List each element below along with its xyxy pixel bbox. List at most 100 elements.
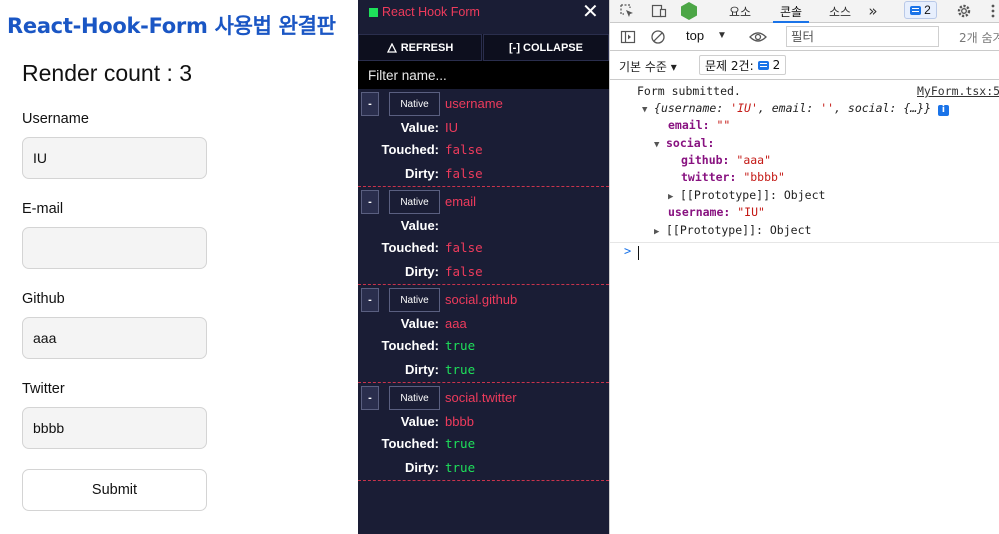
collapse-field-button[interactable]: - bbox=[361, 386, 379, 410]
dirty-row: Dirty: false bbox=[358, 166, 609, 184]
twitter-label: Twitter bbox=[22, 381, 65, 397]
collapse-field-button[interactable]: - bbox=[361, 288, 379, 312]
dirty-key: Dirty: bbox=[405, 362, 439, 377]
value-key: Value: bbox=[400, 414, 439, 429]
native-button[interactable]: Native bbox=[389, 190, 440, 214]
issues-badge[interactable]: 2 bbox=[904, 1, 937, 19]
native-button[interactable]: Native bbox=[389, 386, 440, 410]
field-name: username bbox=[445, 96, 503, 111]
touched-row: Touched: true bbox=[358, 338, 609, 356]
refresh-icon bbox=[386, 42, 397, 53]
touched-value: false bbox=[445, 240, 483, 255]
console-prompt-icon[interactable]: > bbox=[624, 244, 631, 258]
object-preview-row[interactable]: ▼ {username: 'IU', email: '', social: {…}… bbox=[642, 101, 949, 116]
touched-key: Touched: bbox=[381, 240, 439, 255]
dirty-key: Dirty: bbox=[405, 166, 439, 181]
email-property: email: "" bbox=[668, 118, 731, 132]
more-tabs-icon[interactable]: » bbox=[863, 0, 883, 22]
log-level-select[interactable]: 기본 수준 ▾ bbox=[619, 58, 677, 75]
field-value: aaa bbox=[445, 316, 467, 331]
property-value: "" bbox=[716, 118, 731, 132]
tab-sources[interactable]: 소스 bbox=[822, 0, 858, 22]
dirty-value: false bbox=[445, 264, 483, 279]
touched-row: Touched: true bbox=[358, 436, 609, 454]
twitter-input[interactable] bbox=[22, 407, 207, 449]
preview-key-username: username: bbox=[660, 101, 731, 115]
clear-console-icon[interactable] bbox=[647, 26, 669, 48]
native-button[interactable]: Native bbox=[389, 288, 440, 312]
touched-row: Touched: false bbox=[358, 142, 609, 160]
field-name: social.github bbox=[445, 292, 518, 307]
settings-gear-icon[interactable] bbox=[953, 0, 975, 22]
prototype-value: Object bbox=[783, 188, 826, 202]
dirty-row: Dirty: false bbox=[358, 264, 609, 282]
page-title: React-Hook-Form 사용법 완결판 bbox=[7, 14, 336, 38]
social-property[interactable]: ▼ social: bbox=[654, 136, 714, 150]
field-value: bbbb bbox=[445, 414, 474, 429]
root-prototype-row[interactable]: ▶ [[Prototype]]: Object bbox=[654, 223, 811, 237]
close-icon[interactable]: ✕ bbox=[582, 0, 599, 24]
refresh-label: REFRESH bbox=[400, 41, 454, 54]
touched-value: true bbox=[445, 436, 476, 451]
console-toolbar: top ▼ 2개 숨겨 bbox=[610, 23, 999, 51]
prototype-value: Object bbox=[769, 223, 812, 237]
value-key: Value: bbox=[400, 316, 439, 331]
tab-console[interactable]: 콘솔 bbox=[773, 0, 809, 23]
info-icon[interactable]: i bbox=[937, 105, 949, 116]
property-key: github bbox=[681, 153, 723, 167]
property-key: twitter bbox=[681, 170, 730, 184]
node-js-icon[interactable] bbox=[678, 0, 700, 22]
github-property: github: "aaa" bbox=[681, 153, 772, 167]
submit-button[interactable]: Submit bbox=[22, 469, 207, 511]
field-value: IU bbox=[445, 120, 458, 135]
filter-name-input[interactable] bbox=[358, 61, 609, 89]
context-dropdown-icon[interactable]: ▼ bbox=[717, 30, 727, 41]
dirty-row: Dirty: true bbox=[358, 362, 609, 380]
touched-key: Touched: bbox=[381, 338, 439, 353]
property-key: email bbox=[668, 118, 703, 132]
sidebar-toggle-icon[interactable] bbox=[617, 26, 639, 48]
expanded-triangle-icon[interactable]: ▼ bbox=[654, 140, 666, 150]
console-input-caret[interactable] bbox=[638, 246, 639, 260]
github-input[interactable] bbox=[22, 317, 207, 359]
value-row: Value: bbbb bbox=[358, 414, 609, 432]
refresh-button[interactable]: REFRESH bbox=[358, 34, 482, 61]
source-link[interactable]: MyForm.tsx:5 bbox=[917, 84, 999, 98]
console-filter-input[interactable] bbox=[786, 26, 939, 47]
live-expression-eye-icon[interactable] bbox=[747, 26, 769, 48]
prototype-label: [[Prototype]] bbox=[666, 223, 757, 237]
collapse-field-button[interactable]: - bbox=[361, 190, 379, 214]
inspect-element-icon[interactable] bbox=[616, 0, 638, 22]
preview-close: } bbox=[924, 101, 932, 115]
more-options-icon[interactable] bbox=[982, 0, 999, 22]
dirty-value: false bbox=[445, 166, 483, 181]
console-levels-bar: 기본 수준 ▾ 문제 2건: 2 bbox=[610, 51, 999, 80]
social-prototype-row[interactable]: ▶ [[Prototype]]: Object bbox=[668, 188, 825, 202]
expanded-triangle-icon[interactable]: ▼ bbox=[642, 105, 654, 115]
issues-count-button[interactable]: 문제 2건: 2 bbox=[699, 55, 787, 75]
message-icon bbox=[757, 60, 769, 70]
preview-value-social: {…} bbox=[903, 101, 925, 115]
collapse-button[interactable]: [-] COLLAPSE bbox=[483, 34, 609, 61]
form-app: React-Hook-Form 사용법 완결판 Render count : 3… bbox=[0, 0, 358, 534]
collapse-field-button[interactable]: - bbox=[361, 92, 379, 116]
message-divider bbox=[610, 242, 999, 243]
property-value: "aaa" bbox=[736, 153, 772, 167]
email-input[interactable] bbox=[22, 227, 207, 269]
native-button[interactable]: Native bbox=[389, 92, 440, 116]
collapsed-triangle-icon[interactable]: ▶ bbox=[654, 227, 666, 237]
value-key: Value: bbox=[400, 218, 439, 233]
preview-open: { bbox=[654, 101, 661, 115]
device-toolbar-icon[interactable] bbox=[648, 0, 670, 22]
rhf-field-social-twitter: - Native social.twitter Value: bbbb Touc… bbox=[358, 383, 609, 481]
dirty-key: Dirty: bbox=[405, 264, 439, 279]
context-select[interactable]: top bbox=[686, 28, 704, 43]
tab-elements[interactable]: 요소 bbox=[722, 0, 758, 22]
collapsed-triangle-icon[interactable]: ▶ bbox=[668, 192, 680, 202]
username-input[interactable] bbox=[22, 137, 207, 179]
rhf-field-social-github: - Native social.github Value: aaa Touche… bbox=[358, 285, 609, 383]
touched-value: false bbox=[445, 142, 483, 157]
issues-count-value: 2 bbox=[772, 58, 781, 72]
dirty-value: true bbox=[445, 362, 476, 377]
rhf-devtool-panel: React Hook Form ✕ REFRESH [-] COLLAPSE -… bbox=[358, 0, 609, 534]
